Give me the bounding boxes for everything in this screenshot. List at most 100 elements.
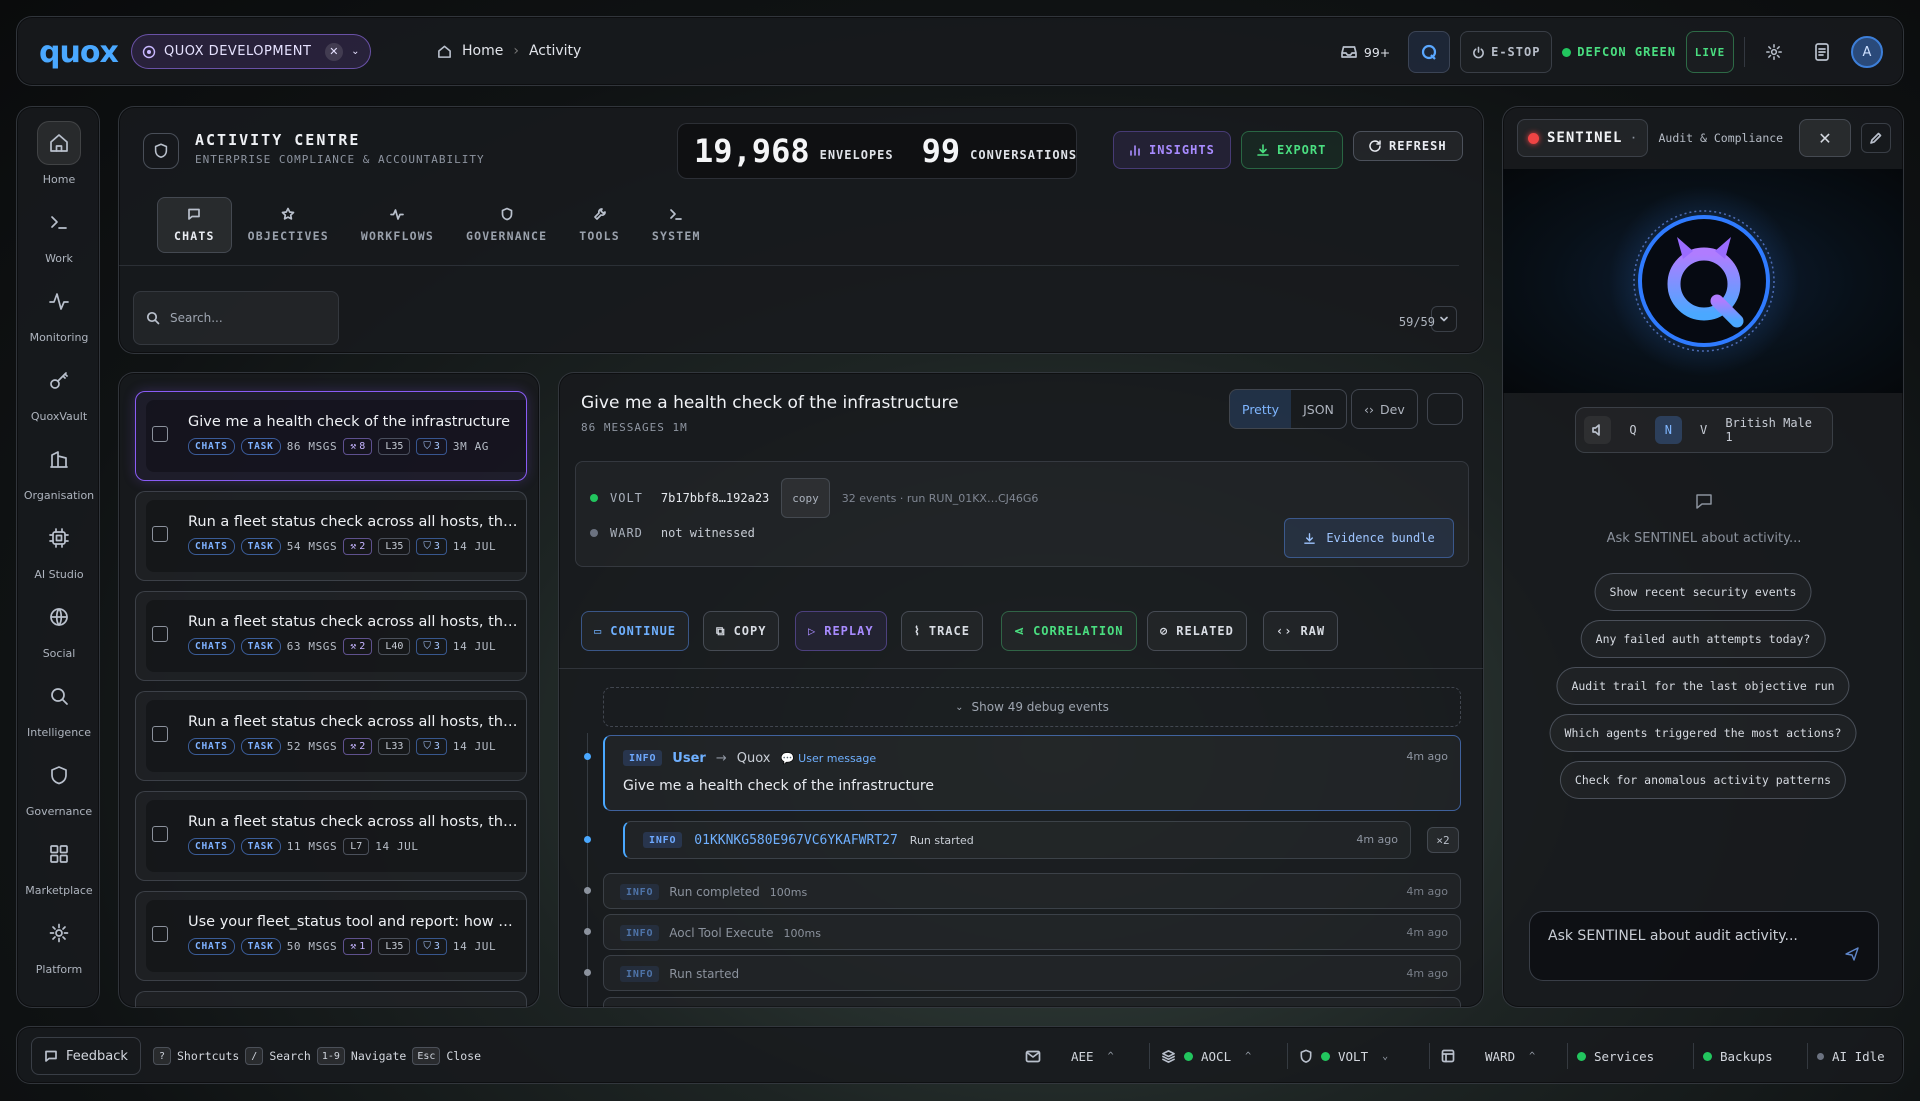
event-header: INFO Run started xyxy=(620,966,739,982)
quox-agent-button[interactable] xyxy=(1408,31,1451,73)
suggestion-chip[interactable]: Audit trail for the last objective run xyxy=(1556,667,1850,705)
nav-governance[interactable]: Governance xyxy=(17,753,99,825)
conversations-count: 99 xyxy=(921,132,961,170)
list-item[interactable]: Run a fleet status check across all host… xyxy=(135,791,527,881)
quox-logo[interactable]: quox xyxy=(39,35,119,70)
trace-button[interactable]: ⌇ TRACE xyxy=(901,611,983,651)
tab-governance[interactable]: GOVERNANCE xyxy=(450,197,563,253)
nav-work[interactable]: Work xyxy=(17,200,99,272)
live-badge[interactable]: LIVE xyxy=(1686,31,1734,73)
aee-status[interactable]: AEE ^ xyxy=(1071,1027,1114,1085)
voice-option-q[interactable]: Q xyxy=(1619,416,1646,444)
run-id-link[interactable]: 01KKNKG580E967VC6YKAFWRT27 xyxy=(694,833,898,848)
ai-status[interactable]: AI Idle xyxy=(1817,1027,1885,1085)
workspace-clear-icon[interactable]: ✕ xyxy=(325,42,344,61)
replay-button[interactable]: ▷ REPLAY xyxy=(795,611,887,651)
row-checkbox[interactable] xyxy=(152,726,168,742)
estop-button[interactable]: E-STOP xyxy=(1460,31,1553,73)
aocl-status[interactable]: AOCL ^ xyxy=(1161,1027,1251,1085)
copy-hash-button[interactable]: copy xyxy=(781,478,830,518)
list-item[interactable] xyxy=(135,991,527,1007)
event-run-completed[interactable]: INFO Run completed 100ms 4m ago xyxy=(603,873,1461,909)
list-item[interactable]: Run a fleet status check across all host… xyxy=(135,491,527,581)
related-button[interactable]: ⊘ RELATED xyxy=(1147,611,1247,651)
inbox-button[interactable]: 99+ xyxy=(1340,44,1390,60)
nav-monitoring[interactable]: Monitoring xyxy=(17,279,99,351)
event-tool-execute[interactable]: INFO Aocl Tool Execute 100ms 4m ago xyxy=(603,914,1461,950)
list-item[interactable]: Run a fleet status check across all host… xyxy=(135,691,527,781)
level-chip: L35 xyxy=(378,538,411,555)
speaker-icon[interactable] xyxy=(1584,416,1612,444)
continue-button[interactable]: ▭ CONTINUE xyxy=(581,611,690,651)
refresh-button[interactable]: REFRESH xyxy=(1353,131,1463,161)
dev-toggle[interactable]: ‹› Dev xyxy=(1351,389,1418,429)
list-item[interactable]: Run a fleet status check across all host… xyxy=(135,591,527,681)
tab-tools[interactable]: TOOLS xyxy=(563,197,636,253)
nav-intelligence[interactable]: Intelligence xyxy=(17,674,99,746)
list-item[interactable]: Use your fleet_status tool and report: h… xyxy=(135,891,527,981)
sentinel-chat-input[interactable]: Ask SENTINEL about audit activity... xyxy=(1529,911,1879,981)
collapse-button[interactable] xyxy=(1431,306,1457,332)
sentinel-agent-selector[interactable]: SENTINEL · xyxy=(1517,119,1649,157)
row-checkbox[interactable] xyxy=(152,526,168,542)
view-json[interactable]: JSON xyxy=(1291,390,1346,428)
notes-button[interactable] xyxy=(1803,31,1841,73)
tab-system[interactable]: SYSTEM xyxy=(636,197,717,253)
tab-label: GOVERNANCE xyxy=(466,229,548,243)
evidence-bundle-button[interactable]: Evidence bundle xyxy=(1284,518,1454,558)
event-repeat-count[interactable]: ×2 xyxy=(1427,827,1459,853)
volt-status[interactable]: VOLT ⌄ xyxy=(1299,1027,1388,1085)
row-checkbox[interactable] xyxy=(152,426,168,442)
event-user-message[interactable]: INFO User → Quox 💬 User message 4m ago Gi… xyxy=(603,735,1461,811)
event-run-started-2[interactable]: INFO Run started 4m ago xyxy=(603,955,1461,991)
nav-quoxvault[interactable]: QuoxVault xyxy=(17,358,99,430)
tab-objectives[interactable]: OBJECTIVES xyxy=(232,197,345,253)
event-run-started[interactable]: INFO 01KKNKG580E967VC6YKAFWRT27 Run star… xyxy=(623,821,1411,859)
row-checkbox[interactable] xyxy=(152,826,168,842)
workspace-selector[interactable]: QUOX DEVELOPMENT ✕ ⌄ xyxy=(131,34,371,69)
feedback-button[interactable]: Feedback xyxy=(31,1037,141,1075)
export-button[interactable]: EXPORT xyxy=(1241,131,1343,169)
nav-organisation[interactable]: Organisation xyxy=(17,437,99,509)
show-debug-events-button[interactable]: ⌄ Show 49 debug events xyxy=(603,687,1461,727)
voice-name[interactable]: British Male 1 xyxy=(1725,416,1824,444)
ward-status[interactable]: WARD ^ xyxy=(1441,1027,1535,1085)
nav-ai-studio[interactable]: AI Studio xyxy=(17,516,99,588)
suggestion-chip[interactable]: Which agents triggered the most actions? xyxy=(1549,714,1857,752)
insights-button[interactable]: INSIGHTS xyxy=(1113,131,1231,169)
tab-chats[interactable]: CHATS xyxy=(157,197,232,253)
mail-button[interactable] xyxy=(1025,1027,1041,1085)
nav-platform[interactable]: Platform xyxy=(17,911,99,983)
defcon-status[interactable]: DEFCON GREEN xyxy=(1562,45,1676,59)
expand-button[interactable] xyxy=(1427,393,1463,425)
row-checkbox[interactable] xyxy=(152,926,168,942)
copy-button[interactable]: ⧉ COPY xyxy=(703,611,780,651)
raw-button[interactable]: ‹› RAW xyxy=(1263,611,1339,651)
search-input[interactable]: Search... xyxy=(133,291,339,345)
suggestion-chip[interactable]: Check for anomalous activity patterns xyxy=(1559,761,1847,799)
avatar[interactable]: A xyxy=(1851,36,1883,68)
voice-option-v[interactable]: V xyxy=(1690,416,1717,444)
backups-status[interactable]: Backups xyxy=(1703,1027,1773,1085)
event-row[interactable] xyxy=(603,997,1461,1007)
services-status[interactable]: Services xyxy=(1577,1027,1654,1085)
chevron-down-icon[interactable]: ⌄ xyxy=(351,46,360,57)
nav-marketplace[interactable]: Marketplace xyxy=(17,832,99,904)
suggestion-chip[interactable]: Any failed auth attempts today? xyxy=(1580,620,1826,658)
conversation-time: 14 JUL xyxy=(452,940,497,953)
nav-social[interactable]: Social xyxy=(17,595,99,667)
row-checkbox[interactable] xyxy=(152,626,168,642)
correlation-button[interactable]: ⋖ CORRELATION xyxy=(1001,611,1137,651)
settings-button[interactable] xyxy=(1755,31,1793,73)
edit-button[interactable] xyxy=(1861,123,1891,153)
tab-workflows[interactable]: WORKFLOWS xyxy=(345,197,450,253)
close-icon[interactable]: ✕ xyxy=(1799,119,1851,157)
nav-label: Marketplace xyxy=(25,884,93,897)
nav-home[interactable]: Home xyxy=(17,121,99,193)
voice-option-n[interactable]: N xyxy=(1654,416,1682,444)
suggestion-chip[interactable]: Show recent security events xyxy=(1594,573,1812,611)
list-item[interactable]: Give me a health check of the infrastruc… xyxy=(135,391,527,481)
view-pretty[interactable]: Pretty xyxy=(1230,390,1292,428)
breadcrumb-home[interactable]: Home xyxy=(462,43,503,59)
send-icon[interactable] xyxy=(1844,946,1860,962)
